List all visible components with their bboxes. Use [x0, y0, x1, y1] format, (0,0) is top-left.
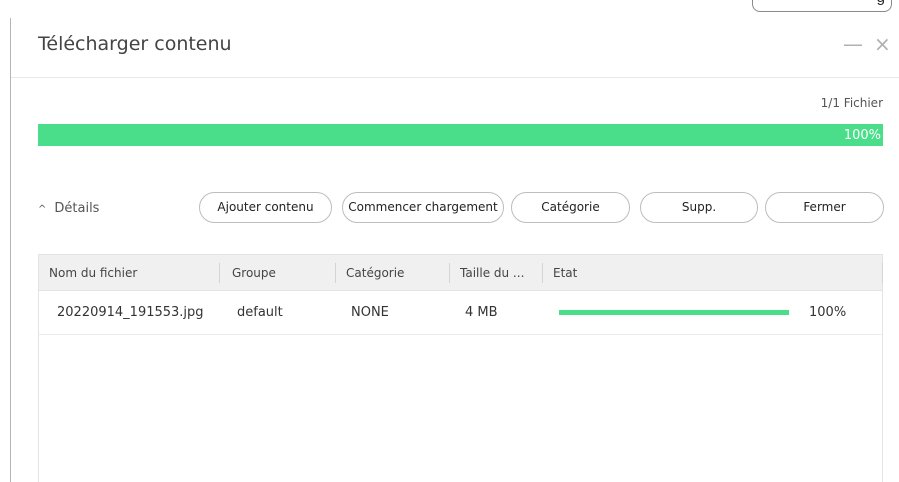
- row-progress-bar: [559, 310, 789, 315]
- header-divider: [11, 77, 899, 78]
- column-filename[interactable]: Nom du fichier: [49, 255, 209, 291]
- cell-group: default: [237, 305, 283, 320]
- row-progress-fill: [559, 310, 789, 315]
- column-resizer[interactable]: [542, 263, 543, 283]
- table-row[interactable]: 20220914_191553.jpg default NONE 4 MB 10…: [39, 291, 882, 335]
- table-header: Nom du fichier Groupe Catégorie Taille d…: [39, 255, 883, 291]
- column-resizer[interactable]: [449, 263, 450, 283]
- column-status[interactable]: Etat: [553, 255, 753, 291]
- background-input-field: g: [752, 0, 892, 12]
- cell-category: NONE: [351, 305, 389, 320]
- cell-filename: 20220914_191553.jpg: [57, 305, 204, 320]
- column-resizer[interactable]: [882, 263, 883, 283]
- column-resizer[interactable]: [335, 263, 336, 283]
- cell-status-percent: 100%: [809, 305, 847, 320]
- column-size[interactable]: Taille du ...: [460, 255, 538, 291]
- chevron-up-icon: ^: [38, 204, 47, 215]
- column-category[interactable]: Catégorie: [346, 255, 446, 291]
- delete-button[interactable]: Supp.: [640, 192, 758, 223]
- details-toggle[interactable]: ^ Détails: [38, 201, 99, 216]
- details-label: Détails: [54, 201, 100, 216]
- close-button[interactable]: Fermer: [765, 192, 884, 223]
- file-count: 1/1 Fichier: [820, 96, 883, 110]
- cell-size: 4 MB: [465, 305, 498, 320]
- upload-table: Nom du fichier Groupe Catégorie Taille d…: [38, 254, 883, 482]
- start-upload-button[interactable]: Commencer chargement: [342, 192, 504, 223]
- minimize-icon[interactable]: —: [843, 32, 863, 56]
- dialog-title: Télécharger contenu: [38, 33, 232, 55]
- close-icon[interactable]: ×: [874, 32, 891, 56]
- add-content-button[interactable]: Ajouter contenu: [199, 192, 332, 223]
- category-button[interactable]: Catégorie: [511, 192, 630, 223]
- overall-progress-bar: 100%: [38, 124, 883, 146]
- upload-dialog: Télécharger contenu — × 1/1 Fichier 100%…: [11, 18, 899, 482]
- overall-progress-percent: 100%: [843, 128, 881, 143]
- overall-progress-fill: [38, 124, 883, 146]
- column-resizer[interactable]: [219, 263, 220, 283]
- column-group[interactable]: Groupe: [232, 255, 332, 291]
